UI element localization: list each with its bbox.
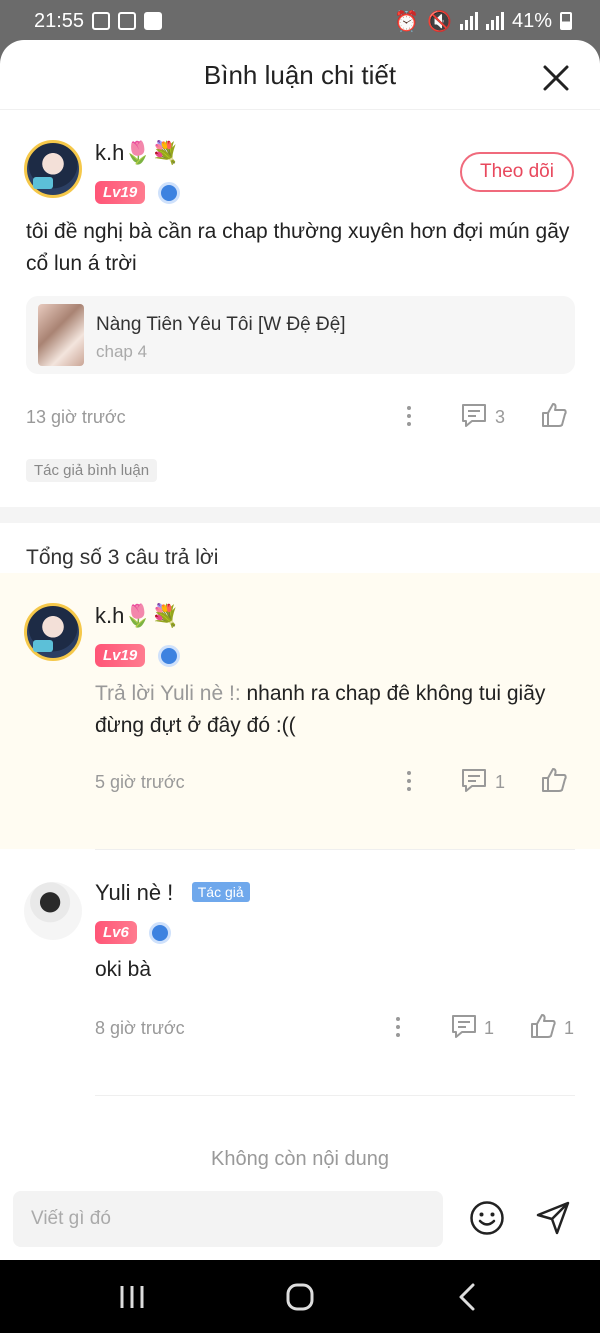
send-icon[interactable] [535, 1200, 571, 1236]
replies-total: Tổng số 3 câu trả lời [26, 546, 219, 569]
reply-username[interactable]: Yuli nè ! [95, 880, 173, 905]
gallery-icon [92, 12, 111, 30]
like-icon[interactable] [540, 401, 568, 429]
user-level-row: Lv19 [95, 181, 180, 204]
author-badge: Tác giả [191, 882, 250, 902]
like-icon[interactable] [529, 1012, 557, 1040]
comment-input[interactable] [13, 1191, 443, 1247]
user-level-row: Lv6 [95, 921, 172, 944]
reply-username[interactable]: k.h🌷💐 [95, 603, 179, 629]
reply-time: 5 giờ trước [95, 772, 185, 792]
mute-icon: 🔇 [427, 10, 452, 33]
reply-text: Trả lời Yuli nè !: nhanh ra chap đê khôn… [95, 678, 565, 742]
comment-text: tôi đề nghị bà cần ra chap thường xuyên … [26, 220, 570, 275]
level-badge: Lv19 [95, 181, 146, 204]
comment-detail-sheet: Bình luận chi tiết k.h🌷💐 Lv19 Theo dõi t… [0, 40, 600, 1260]
back-icon[interactable] [457, 1282, 477, 1312]
post-thumbnail [38, 304, 84, 366]
verified-shield-icon [157, 181, 180, 204]
reply-count: 1 [495, 772, 506, 792]
reply-icon[interactable] [450, 1013, 478, 1039]
battery-icon [560, 12, 572, 30]
reply-to-prefix[interactable]: Trả lời Yuli nè !: [95, 682, 241, 705]
sheet-header: Bình luận chi tiết [0, 40, 600, 110]
reply-time: 8 giờ trước [95, 1018, 185, 1038]
system-nav-bar [0, 1260, 600, 1333]
post-title: Nàng Tiên Yêu Tôi [W Đệ Đệ] [96, 314, 346, 335]
alarm-icon: ⏰ [394, 10, 420, 33]
verified-shield-icon [149, 921, 172, 944]
divider [95, 1095, 575, 1096]
end-of-content: Không còn nội dung [211, 1148, 389, 1170]
post-card[interactable]: Nàng Tiên Yêu Tôi [W Đệ Đệ] chap 4 [26, 296, 575, 374]
comment-time: 13 giờ trước [26, 407, 126, 427]
reply-icon[interactable] [460, 402, 488, 428]
avatar[interactable] [24, 882, 82, 940]
reply-count: 3 [495, 407, 506, 427]
follow-button[interactable]: Theo dõi [460, 152, 574, 192]
signal-icon [485, 12, 504, 30]
emoji-icon[interactable] [469, 1200, 505, 1236]
divider [95, 849, 575, 850]
battery-percent: 41% [511, 9, 552, 32]
reply-body: oki bà [95, 958, 152, 981]
avatar[interactable] [24, 140, 82, 198]
close-icon[interactable] [542, 64, 570, 92]
reply-count: 1 [484, 1018, 495, 1038]
level-badge: Lv19 [95, 644, 146, 667]
user-level-row: Lv19 [95, 644, 180, 667]
section-divider [0, 507, 600, 523]
checkbox-icon [144, 12, 163, 30]
home-icon[interactable] [285, 1282, 315, 1312]
more-options-icon[interactable] [407, 771, 411, 791]
more-options-icon[interactable] [396, 1017, 400, 1037]
post-chapter: chap 4 [96, 342, 148, 361]
like-count: 1 [564, 1018, 575, 1038]
comment-composer [0, 1180, 600, 1260]
reply-icon[interactable] [460, 767, 488, 793]
verified-shield-icon [157, 644, 180, 667]
avatar[interactable] [24, 603, 82, 661]
page-title: Bình luận chi tiết [203, 60, 397, 90]
level-badge: Lv6 [95, 921, 137, 944]
author-commented-tag: Tác giả bình luận [26, 459, 158, 482]
like-icon[interactable] [540, 766, 568, 794]
more-options-icon[interactable] [407, 406, 411, 426]
reply-header: Yuli nè ! Tác giả [95, 880, 250, 906]
status-time: 21:55 [34, 9, 85, 32]
comment-username[interactable]: k.h🌷💐 [95, 140, 179, 166]
status-bar: 21:55 ⏰ 🔇 41% [0, 0, 600, 42]
notification-icon [118, 12, 137, 30]
wifi-icon [459, 12, 478, 30]
recent-apps-icon[interactable] [118, 1284, 146, 1310]
